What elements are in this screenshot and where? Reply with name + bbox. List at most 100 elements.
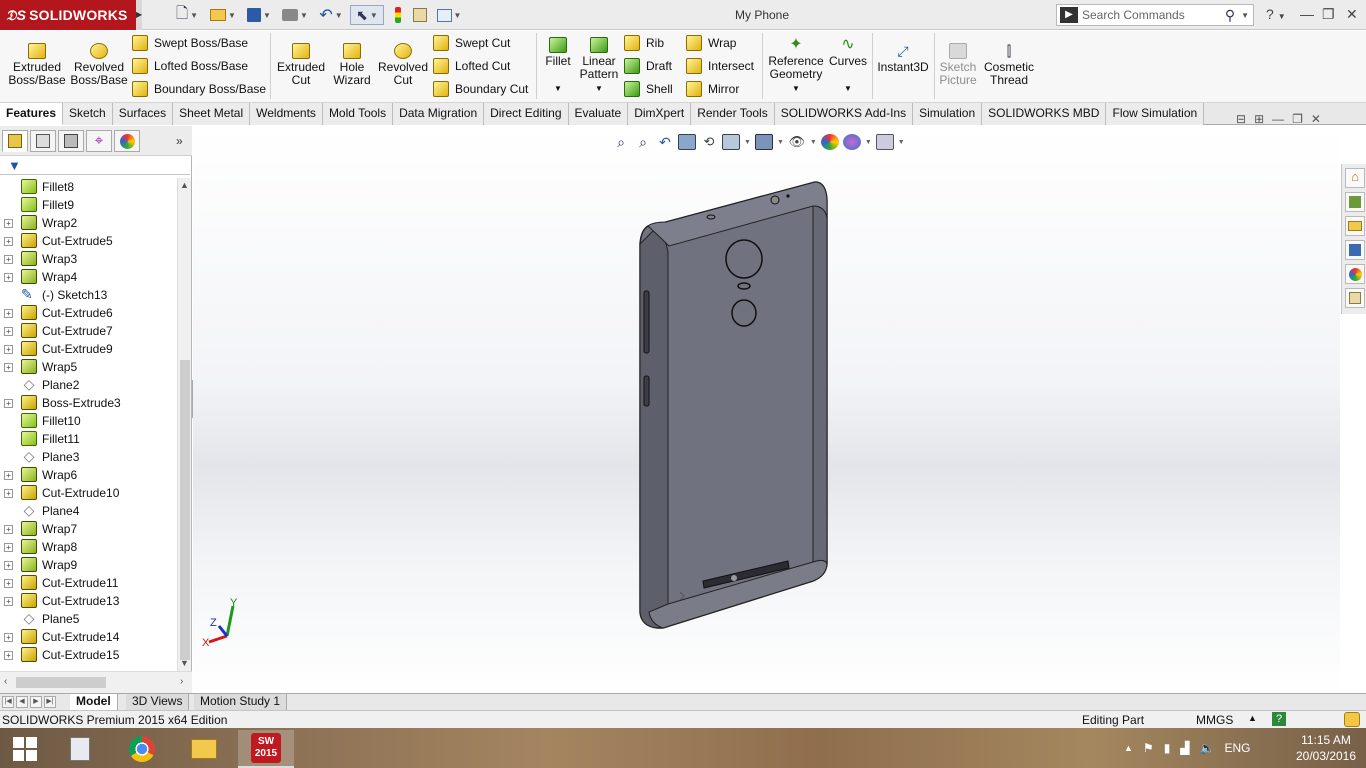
boundary-boss-base-button[interactable]: Boundary Boss/Base [132,79,266,99]
expand-icon[interactable]: + [4,489,13,498]
hide-show-items-icon[interactable]: 👁 [788,134,806,150]
expand-icon[interactable]: + [4,237,13,246]
section-view-icon[interactable] [678,134,696,150]
undo-button[interactable]: ↶ ▼ [316,5,346,25]
feature-tree-item[interactable]: + Wrap7 [0,520,176,538]
cosmetic-thread-button[interactable]: ⫿ Cosmetic Thread [982,43,1036,87]
feature-tree-item[interactable]: + Cut-Extrude10 [0,484,176,502]
scroll-right-icon[interactable]: › [180,676,183,687]
view-palette-icon[interactable] [1345,240,1365,260]
swept-cut-button[interactable]: Swept Cut [433,33,510,53]
tree-horizontal-scrollbar[interactable]: ‹ › [0,671,192,693]
expand-icon[interactable]: + [4,561,13,570]
tab-flow-simulation[interactable]: Flow Simulation [1106,103,1205,125]
scroll-thumb[interactable] [180,360,190,660]
feature-tree-item[interactable]: + Boss-Extrude3 [0,394,176,412]
tab-solidworks-mbd[interactable]: SOLIDWORKS MBD [982,103,1107,125]
curves-button[interactable]: ∿ Curves ▼ [828,37,868,95]
expand-icon[interactable]: + [4,471,13,480]
graphics-viewport[interactable]: Y X Z [193,126,1340,693]
tab-render-tools[interactable]: Render Tools [691,103,775,125]
expand-icon[interactable]: + [4,345,13,354]
file-properties-button[interactable] [410,5,430,25]
close-document-icon[interactable]: ✕ [1311,112,1321,126]
start-button[interactable] [0,730,50,768]
scroll-left-icon[interactable]: ‹ [4,676,7,687]
extruded-boss-base-button[interactable]: Extruded Boss/Base [8,43,66,87]
dynamic-annotation-icon[interactable]: ⟲ [700,134,718,150]
chevron-down-icon[interactable]: ▼ [865,139,872,146]
tab-weldments[interactable]: Weldments [250,103,323,125]
tree-filter[interactable]: ▼ [0,157,190,175]
tab-features[interactable]: Features [0,103,64,125]
mirror-button[interactable]: Mirror [686,79,739,99]
feature-tree-item[interactable]: + Wrap2 [0,214,176,232]
expand-icon[interactable]: + [4,597,13,606]
feature-tree-item[interactable]: + Wrap3 [0,250,176,268]
apply-scene-icon[interactable] [842,134,861,150]
chevron-down-icon[interactable]: ▼ [744,139,751,146]
solidworks-resources-icon[interactable]: ⌂ [1345,168,1365,188]
minimize-window-button[interactable]: — [1300,6,1314,22]
minimize-document-icon[interactable]: — [1272,112,1284,126]
flag-icon[interactable]: ⚑ [1143,741,1154,755]
tree-vertical-scrollbar[interactable]: ▲ ▼ [177,178,191,672]
chevron-down-icon[interactable]: ▼ [540,82,576,95]
close-window-button[interactable]: ✕ [1346,6,1358,23]
configuration-manager-tab[interactable] [58,130,84,152]
revolved-boss-base-button[interactable]: Revolved Boss/Base [70,43,128,87]
open-button[interactable]: ▼ [208,5,238,25]
scroll-up-icon[interactable]: ▲ [180,180,189,190]
zoom-to-area-icon[interactable]: ⌕ [634,134,652,150]
expand-icon[interactable]: + [4,543,13,552]
tab-simulation[interactable]: Simulation [913,103,983,125]
next-tab-arrow-icon[interactable]: ▶ [30,696,42,708]
view-settings-icon[interactable] [875,134,894,150]
feature-tree-item[interactable]: ◇ Plane3 [0,448,176,466]
rib-button[interactable]: Rib [624,33,664,53]
print-button[interactable]: ▼ [280,5,310,25]
unit-system-selector[interactable]: MMGS [1196,713,1233,727]
phone-model[interactable]: Y X Z [193,126,1340,693]
prev-tab-arrow-icon[interactable]: ◀ [16,696,28,708]
volume-icon[interactable]: 🔈 [1200,741,1215,755]
rebuild-button[interactable] [390,5,406,25]
first-tab-arrow-icon[interactable]: |◀ [2,696,14,708]
last-tab-arrow-icon[interactable]: ▶| [44,696,56,708]
feature-tree-item[interactable]: ◇ Plane4 [0,502,176,520]
save-button[interactable]: ▼ [244,5,274,25]
solidworks-logo[interactable]: 𝔇S SOLIDWORKS [0,0,136,30]
tab-solidworks-add-ins[interactable]: SOLIDWORKS Add-Ins [774,103,914,125]
help-button[interactable]: ? ▼ [1266,6,1286,22]
tab-surfaces[interactable]: Surfaces [112,103,174,125]
expand-icon[interactable]: + [4,219,13,228]
clock[interactable]: 11:15 AM 20/03/2016 [1287,732,1365,764]
fillet-button[interactable]: Fillet ▼ [540,37,576,95]
taskbar-file-explorer[interactable] [176,730,232,768]
expand-icon[interactable]: + [4,525,13,534]
expand-icon[interactable]: + [4,255,13,264]
appearances-scenes-icon[interactable] [1345,264,1365,284]
tab-model[interactable]: Model [70,694,118,710]
tab-motion-study[interactable]: Motion Study 1 [194,694,288,710]
feature-manager-tab[interactable] [2,130,28,152]
feature-tree-item[interactable]: + Cut-Extrude5 [0,232,176,250]
feature-tree-item[interactable]: ✎ (-) Sketch13 [0,286,176,304]
display-manager-tab[interactable] [114,130,140,152]
feature-tree-item[interactable]: + Cut-Extrude11 [0,574,176,592]
shell-button[interactable]: Shell [624,79,673,99]
tab-mold-tools[interactable]: Mold Tools [322,103,394,125]
network-icon[interactable]: ▟ [1180,741,1189,755]
file-explorer-icon[interactable] [1345,216,1365,236]
chevron-down-icon[interactable]: ▼ [766,82,826,95]
intersect-button[interactable]: Intersect [686,56,754,76]
extruded-cut-button[interactable]: Extruded Cut [274,43,328,87]
view-orientation-icon[interactable] [722,134,740,150]
chevron-down-icon[interactable]: ▼ [578,82,620,95]
feature-tree-item[interactable]: + Cut-Extrude14 [0,628,176,646]
search-icon[interactable]: ⚲ [1225,7,1235,24]
feature-tree-item[interactable]: ◇ Plane5 [0,610,176,628]
rebuild-status-icon[interactable] [1344,712,1360,727]
lofted-boss-base-button[interactable]: Lofted Boss/Base [132,56,248,76]
display-style-icon[interactable] [754,134,773,150]
